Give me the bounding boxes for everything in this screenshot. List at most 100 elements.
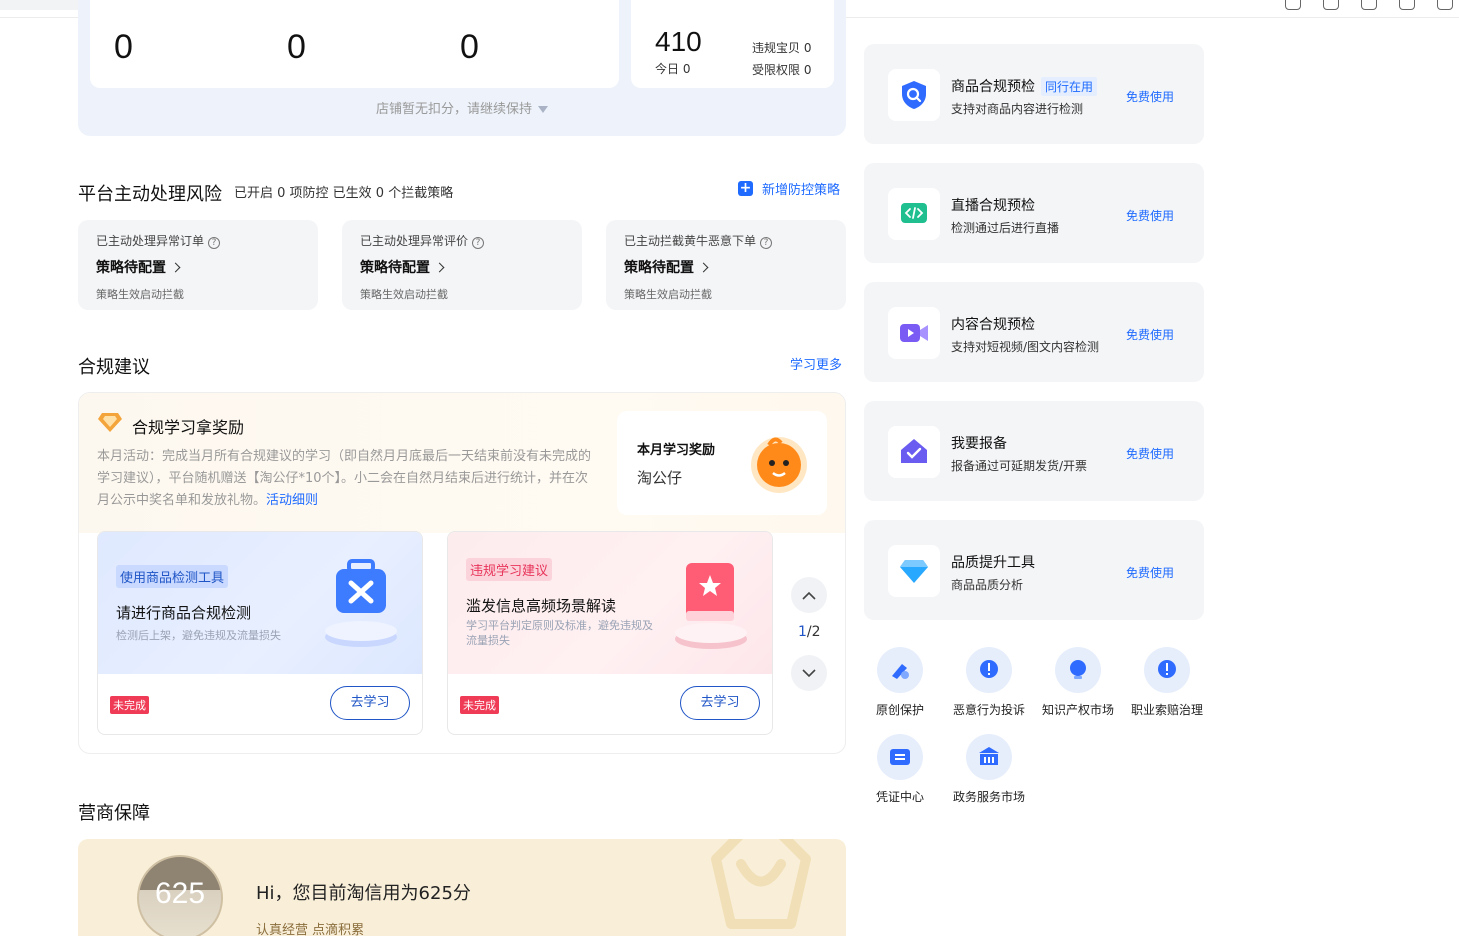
- tool-name: 直播合规预检: [951, 198, 1035, 214]
- diamond-icon: [888, 545, 940, 597]
- help-icon[interactable]: ?: [760, 237, 773, 249]
- compliance-section-title: 合规建议: [78, 357, 150, 378]
- bookmark-icon[interactable]: [1361, 0, 1377, 10]
- service-malicious-complaint[interactable]: 恶意行为投诉: [944, 647, 1034, 718]
- chevron-right-icon: [434, 262, 445, 273]
- extensions-icon[interactable]: [1437, 0, 1453, 10]
- next-page-button[interactable]: [791, 655, 827, 691]
- screenshot-icon[interactable]: [1323, 0, 1339, 10]
- toolbox-icon: [316, 557, 406, 656]
- service-label: 职业索赔治理: [1130, 703, 1203, 717]
- code-screen-icon: [888, 188, 940, 240]
- credit-score-banner: 625 Hi，您目前淘信用为625分 认真经营 点滴积累: [78, 839, 846, 936]
- help-icon[interactable]: ?: [208, 237, 221, 249]
- chevron-right-icon: [698, 262, 709, 273]
- risk-summary: 已开启 0 项防控 已生效 0 个拦截策略: [234, 186, 454, 201]
- free-use-link[interactable]: 免费使用: [1126, 564, 1174, 581]
- government-building-icon: [966, 734, 1012, 780]
- free-use-link[interactable]: 免费使用: [1126, 207, 1174, 224]
- tool-card-report[interactable]: 我要报备 报备通过可延期发货/开票 免费使用: [864, 401, 1204, 501]
- service-original-protection[interactable]: 原创保护: [855, 647, 945, 718]
- credit-slogan: 认真经营 点滴积累: [256, 923, 365, 936]
- risk-card-title: 已主动处理异常订单: [96, 234, 205, 248]
- credit-greeting: Hi，您目前淘信用为625分: [256, 883, 471, 904]
- service-label: 政务服务市场: [952, 790, 1025, 804]
- risk-card-title: 已主动拦截黄牛恶意下单: [624, 234, 757, 248]
- history-icon[interactable]: [1285, 0, 1301, 10]
- learn-more-link[interactable]: 学习更多: [790, 354, 842, 373]
- chevron-down-icon: [802, 668, 816, 677]
- risk-card[interactable]: 已主动拦截黄牛恶意下单? 策略待配置 策略生效启动拦截: [606, 220, 846, 310]
- task-desc: 检测后上架，避免违规及流量损失: [116, 629, 281, 642]
- risk-card[interactable]: 已主动处理异常订单? 策略待配置 策略生效启动拦截: [78, 220, 318, 310]
- risk-card-note: 策略生效启动拦截: [360, 288, 448, 301]
- free-use-link[interactable]: 免费使用: [1126, 445, 1174, 462]
- alert-chat-icon: [966, 647, 1012, 693]
- award-name: 淘公仔: [637, 469, 683, 487]
- task-title: 请进行商品合规检测: [116, 604, 252, 622]
- add-strategy-label: 新增防控策略: [762, 183, 841, 198]
- free-use-link[interactable]: 免费使用: [1126, 88, 1174, 105]
- go-study-button[interactable]: 去学习: [330, 686, 410, 720]
- task-desc: 学习平台判定原则及标准，避免违规及流量损失: [466, 619, 653, 647]
- task-title: 滥发信息高频场景解读: [466, 597, 617, 615]
- stat-value[interactable]: 0: [460, 28, 479, 67]
- tool-name: 品质提升工具: [951, 555, 1035, 571]
- diamond-medal-icon: [97, 411, 123, 437]
- risk-card[interactable]: 已主动处理异常评价? 策略待配置 策略生效启动拦截: [342, 220, 582, 310]
- house-check-icon: [888, 426, 940, 478]
- study-reward-panel: 合规学习拿奖励 本月活动：完成当月所有合规建议的学习（即自然月月底最后一天结束前…: [78, 392, 846, 754]
- deduct-note[interactable]: 店铺暂无扣分，请继续保持: [78, 98, 846, 117]
- risk-card-action: 策略待配置: [96, 260, 166, 276]
- alert-chat-icon: [1144, 647, 1190, 693]
- restricted-rights[interactable]: 受限权限 0: [752, 61, 811, 78]
- page-total: 2: [811, 624, 821, 640]
- study-task-card[interactable]: 使用商品检测工具 请进行商品合规检测 检测后上架，避免违规及流量损失 未完成 去…: [97, 531, 423, 735]
- tool-desc: 检测通过后进行直播: [951, 221, 1060, 235]
- caret-down-icon: [538, 106, 548, 113]
- help-icon[interactable]: ?: [472, 237, 485, 249]
- reward-description: 本月活动：完成当月所有合规建议的学习（即自然月月底最后一天结束前没有未完成的学习…: [97, 446, 597, 512]
- study-task-card[interactable]: 违规学习建议 滥发信息高频场景解读 学习平台判定原则及标准，避免违规及流量损失 …: [447, 531, 773, 735]
- service-label: 凭证中心: [875, 790, 924, 804]
- risk-section-title: 平台主动处理风险: [78, 184, 222, 205]
- monthly-award-card: 本月学习奖励 淘公仔: [617, 411, 827, 515]
- tool-name: 商品合规预检: [951, 79, 1035, 95]
- prev-page-button[interactable]: [791, 577, 827, 613]
- add-strategy-button[interactable]: + 新增防控策略: [738, 179, 840, 198]
- stat-value[interactable]: 0: [287, 28, 306, 67]
- risk-card-note: 策略生效启动拦截: [624, 288, 712, 301]
- go-study-button[interactable]: 去学习: [680, 686, 760, 720]
- service-claim-governance[interactable]: 职业索赔治理: [1122, 647, 1212, 718]
- video-camera-icon: [888, 307, 940, 359]
- free-use-link[interactable]: 免费使用: [1126, 326, 1174, 343]
- credit-score-gauge[interactable]: 625: [137, 855, 223, 936]
- violation-total[interactable]: 410: [655, 26, 702, 58]
- toolbox-title-clipped: [864, 4, 984, 18]
- stat-value[interactable]: 0: [114, 28, 133, 67]
- reward-desc-text: 本月活动：完成当月所有合规建议的学习（即自然月月底最后一天结束前没有未完成的学习…: [97, 449, 592, 508]
- service-ip-market[interactable]: 知识产权市场: [1033, 647, 1123, 718]
- tool-card-content-check[interactable]: 内容合规预检 支持对短视频/图文内容检测 免费使用: [864, 282, 1204, 382]
- service-label: 知识产权市场: [1041, 703, 1114, 717]
- tool-card-quality[interactable]: 品质提升工具 商品品质分析 免费使用: [864, 520, 1204, 620]
- tool-name: 我要报备: [951, 436, 1007, 452]
- stats-counts-card: [90, 0, 619, 88]
- activity-rules-link[interactable]: 活动细则: [266, 493, 318, 508]
- peer-using-badge: 同行在用: [1041, 77, 1098, 96]
- credit-score-value: 625: [154, 877, 206, 910]
- service-voucher-center[interactable]: 凭证中心: [855, 734, 945, 805]
- collections-icon[interactable]: [1399, 0, 1415, 10]
- risk-card-action: 策略待配置: [624, 260, 694, 276]
- tool-card-live-check[interactable]: 直播合规预检 检测通过后进行直播 免费使用: [864, 163, 1204, 263]
- service-label: 恶意行为投诉: [952, 703, 1025, 717]
- risk-card-title: 已主动处理异常评价: [360, 234, 469, 248]
- mascot-avatar: [747, 431, 811, 499]
- violation-items[interactable]: 违规宝贝 0: [752, 39, 811, 56]
- service-government-market[interactable]: 政务服务市场: [944, 734, 1034, 805]
- today-count: 今日 0: [655, 62, 691, 76]
- risk-card-note: 策略生效启动拦截: [96, 288, 184, 301]
- tool-card-product-check[interactable]: 商品合规预检 同行在用 支持对商品内容进行检测 免费使用: [864, 44, 1204, 144]
- page-indicator: 1/2: [798, 624, 821, 640]
- book-icon: [666, 557, 756, 656]
